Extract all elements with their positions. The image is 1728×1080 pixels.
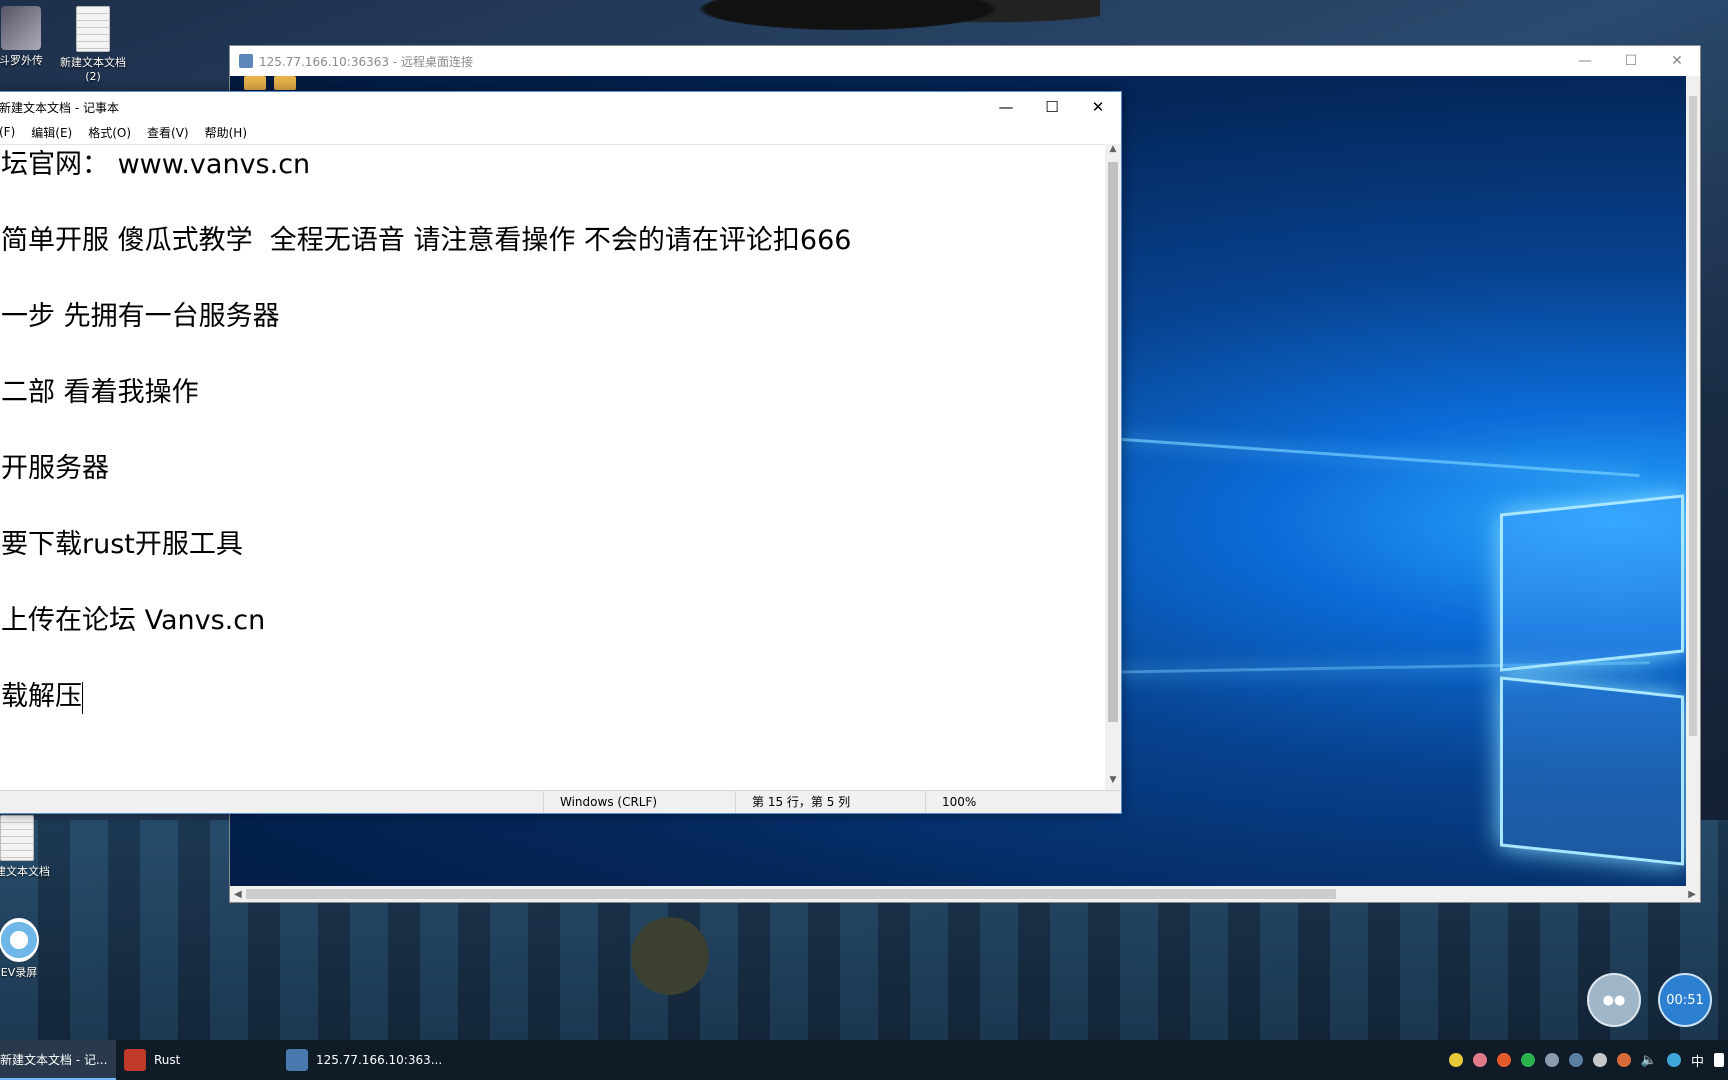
menu-help[interactable]: 帮助(H) <box>197 124 255 141</box>
folder-icon[interactable] <box>274 76 296 90</box>
scroll-thumb[interactable] <box>1689 96 1697 736</box>
rdp-horizontal-scrollbar[interactable]: ◀ ▶ <box>230 886 1700 902</box>
rdp-maximize-button[interactable]: ☐ <box>1608 46 1654 76</box>
text-line: 简单开服 傻瓜式教学 全程无语音 请注意看操作 不会的请在评论扣666 <box>1 225 852 256</box>
tray-app-icon[interactable] <box>1544 1053 1559 1067</box>
volume-icon[interactable]: 🔈 <box>1641 1053 1657 1068</box>
text-line: 要下载rust开服工具 <box>1 529 243 560</box>
desktop-icon-label: EV录屏 <box>0 966 38 979</box>
usb-device-icon[interactable] <box>1592 1053 1607 1067</box>
remote-desktop-icon <box>286 1049 308 1071</box>
text-line-current: 载解压 <box>0 677 1105 753</box>
desktop-icon-label: 新建文本文档 <box>60 56 126 69</box>
status-cursor-position: 第 15 行，第 5 列 <box>735 791 850 813</box>
notepad-menubar: (F) 编辑(E) 格式(O) 查看(V) 帮助(H) <box>0 122 1121 142</box>
steam-icon[interactable] <box>1568 1053 1583 1067</box>
notepad-maximize-button[interactable]: ☐ <box>1029 92 1075 122</box>
text-document-icon <box>76 6 110 52</box>
notepad-minimize-button[interactable]: — <box>983 92 1029 122</box>
taskbar-item-remote-desktop[interactable]: 125.77.166.10:363... <box>286 1040 446 1080</box>
notepad-statusbar: Windows (CRLF) 第 15 行，第 5 列 100% <box>0 790 1121 813</box>
status-encoding: Windows (CRLF) <box>543 791 657 813</box>
text-line: 一步 先拥有一台服务器 <box>1 301 280 332</box>
ime-indicator[interactable]: 中 <box>1691 1051 1704 1070</box>
text-line: 二部 看着我操作 <box>1 377 199 408</box>
taskbar-item-label: 125.77.166.10:363... <box>316 1053 443 1067</box>
desktop-icon-label: 新建文本文档 <box>0 865 50 878</box>
recording-timer-text: 00:51 <box>1666 992 1704 1008</box>
rust-game-icon <box>124 1049 146 1071</box>
taskbar: 新建文本文档 - 记... Rust 125.77.166.10:363... … <box>0 1040 1728 1080</box>
text-document-icon <box>0 815 34 861</box>
text-line: 开服务器 <box>1 453 109 484</box>
notepad-title-text: 新建文本文档 - 记事本 <box>0 100 119 115</box>
desktop-icon-textfile[interactable]: 新建文本文档 <box>0 815 62 879</box>
taskbar-item-label: Rust <box>154 1053 181 1067</box>
desktop-icon-evrecorder[interactable]: EV录屏 <box>0 918 64 980</box>
tray-app-icon[interactable] <box>1472 1053 1487 1067</box>
scroll-right-arrow-icon[interactable]: ▶ <box>1688 889 1696 900</box>
taskbar-item-label: 新建文本文档 - 记... <box>0 1052 108 1067</box>
text-line: 坛官网： www.vanvs.cn <box>1 149 311 180</box>
current-line-text: 载解压 <box>1 681 82 712</box>
game-avatar-icon <box>1 6 41 50</box>
tray-app-icon[interactable] <box>1616 1053 1631 1067</box>
windows-logo-top-pane <box>1500 494 1684 672</box>
wallpaper-hand <box>600 900 740 1040</box>
rdp-titlebar[interactable]: 125.77.166.10:36363 - 远程桌面连接 — ☐ ✕ <box>230 46 1700 76</box>
text-line: 上传在论坛 Vanvs.cn <box>1 605 266 636</box>
tray-app-icon[interactable] <box>1448 1053 1463 1067</box>
rdp-close-button[interactable]: ✕ <box>1654 46 1700 76</box>
notepad-close-button[interactable]: ✕ <box>1075 92 1121 122</box>
wallpaper-light-beam <box>1120 437 1640 478</box>
wallpaper-figure <box>680 0 1100 45</box>
scroll-thumb[interactable] <box>1108 162 1118 722</box>
rdp-vertical-scrollbar[interactable] <box>1686 76 1700 886</box>
text-caret <box>82 681 83 714</box>
taskbar-item-notepad[interactable]: 新建文本文档 - 记... <box>0 1040 116 1080</box>
notepad-vertical-scrollbar[interactable]: ▲ ▼ <box>1105 144 1121 791</box>
recording-timer[interactable]: 00:51 <box>1658 973 1712 1027</box>
ev-recorder-icon <box>0 918 39 962</box>
remote-desktop-icon <box>239 54 253 68</box>
remote-desktop-icons <box>244 76 296 90</box>
menu-format[interactable]: 格式(O) <box>80 124 139 141</box>
rdp-minimize-button[interactable]: — <box>1562 46 1608 76</box>
taskbar-item-rust[interactable]: Rust <box>124 1040 274 1080</box>
desktop-icon-textfile-2[interactable]: 新建文本文档 (2) <box>48 6 138 84</box>
tray-app-icon[interactable] <box>1520 1053 1535 1067</box>
notepad-titlebar[interactable]: 新建文本文档 - 记事本 — ☐ ✕ <box>0 92 1121 122</box>
notepad-text-area[interactable]: 坛官网： www.vanvs.cn 简单开服 傻瓜式教学 全程无语音 请注意看操… <box>0 144 1105 791</box>
scroll-down-arrow-icon[interactable]: ▼ <box>1105 775 1121 791</box>
folder-icon[interactable] <box>244 76 266 90</box>
scroll-thumb[interactable] <box>246 889 1336 899</box>
rdp-title-text: 125.77.166.10:36363 - 远程桌面连接 <box>259 54 473 69</box>
desktop-icon-sublabel: (2) <box>85 70 101 83</box>
scroll-up-arrow-icon[interactable]: ▲ <box>1105 144 1121 160</box>
notification-icon[interactable] <box>1714 1053 1724 1067</box>
scroll-left-arrow-icon[interactable]: ◀ <box>234 889 242 900</box>
menu-edit[interactable]: 编辑(E) <box>23 124 80 141</box>
windows-logo-bottom-pane <box>1500 676 1684 866</box>
menu-file[interactable]: (F) <box>0 125 23 139</box>
assistant-robot-icon[interactable]: ●● <box>1587 973 1641 1027</box>
notepad-window[interactable]: 新建文本文档 - 记事本 — ☐ ✕ (F) 编辑(E) 格式(O) 查看(V)… <box>0 91 1122 814</box>
menu-view[interactable]: 查看(V) <box>139 124 197 141</box>
tray-app-icon[interactable] <box>1496 1053 1511 1067</box>
status-zoom: 100% <box>925 791 976 813</box>
system-tray: 🔈 中 <box>1448 1040 1728 1080</box>
network-icon[interactable] <box>1666 1053 1681 1067</box>
